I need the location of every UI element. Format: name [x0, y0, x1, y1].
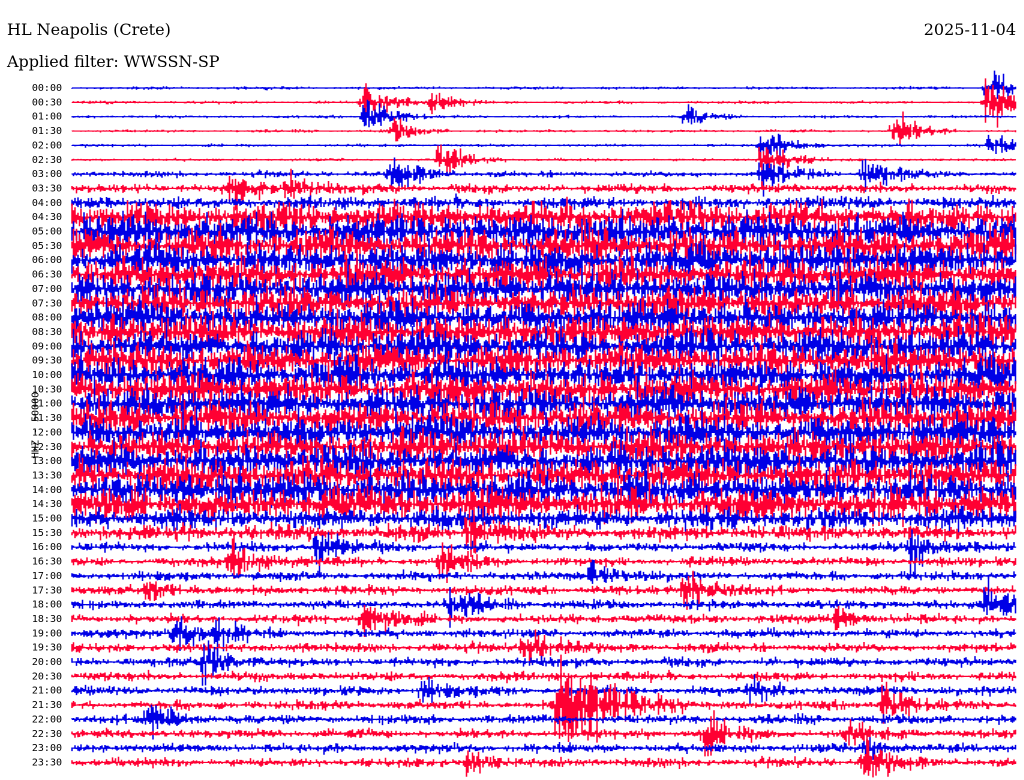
row-label: 00:30 [32, 97, 62, 108]
row-label: 19:30 [32, 643, 62, 654]
trace-row [71, 157, 1017, 197]
row-label: 11:30 [32, 413, 62, 424]
row-label: 14:30 [32, 499, 62, 510]
row-label: 05:00 [32, 227, 62, 238]
row-label: 09:00 [32, 341, 62, 352]
row-label: 04:30 [32, 212, 62, 223]
row-label: 20:30 [32, 671, 62, 682]
row-label: 07:00 [32, 284, 62, 295]
row-label: 02:00 [32, 140, 62, 151]
row-label: 21:00 [32, 686, 62, 697]
row-label: 23:30 [32, 757, 62, 768]
row-label: 02:30 [32, 155, 62, 166]
row-label: 16:00 [32, 542, 62, 553]
trace-row [71, 133, 1017, 170]
row-label: 11:00 [32, 399, 62, 410]
row-label: 15:00 [32, 514, 62, 525]
row-label: 06:30 [32, 270, 62, 281]
row-label: 22:00 [32, 714, 62, 725]
row-label: 08:30 [32, 327, 62, 338]
row-label: 12:00 [32, 427, 62, 438]
row-label: 22:30 [32, 729, 62, 740]
row-label: 09:30 [32, 356, 62, 367]
row-label: 06:00 [32, 255, 62, 266]
row-label: 10:30 [32, 384, 62, 395]
row-label: 01:00 [32, 112, 62, 123]
row-label: 00:00 [32, 83, 62, 94]
row-label: 01:30 [32, 126, 62, 137]
row-label: 19:00 [32, 628, 62, 639]
row-label: 03:00 [32, 169, 62, 180]
row-label: 05:30 [32, 241, 62, 252]
row-label: 20:00 [32, 657, 62, 668]
row-label: 17:30 [32, 585, 62, 596]
row-label: 21:30 [32, 700, 62, 711]
trace-row [71, 144, 1017, 188]
trace-row [71, 78, 1017, 128]
trace-row [71, 99, 1017, 128]
row-label: 13:00 [32, 456, 62, 467]
row-label: 04:00 [32, 198, 62, 209]
row-label: 18:30 [32, 614, 62, 625]
row-label: 10:00 [32, 370, 62, 381]
row-label: 07:30 [32, 298, 62, 309]
row-label: 14:00 [32, 485, 62, 496]
row-label: 08:00 [32, 313, 62, 324]
row-label: 17:00 [32, 571, 62, 582]
row-label: 16:30 [32, 557, 62, 568]
row-label: 18:00 [32, 600, 62, 611]
helicorder-plot: 00:00 00:30 01:00 01:30 02:00 02:30 03:00 03:30… [32, 70, 1017, 778]
row-label: 13:30 [32, 470, 62, 481]
row-label: 12:30 [32, 442, 62, 453]
row-label: 23:00 [32, 743, 62, 754]
row-label: 15:30 [32, 528, 62, 539]
row-label: 03:30 [32, 183, 62, 194]
